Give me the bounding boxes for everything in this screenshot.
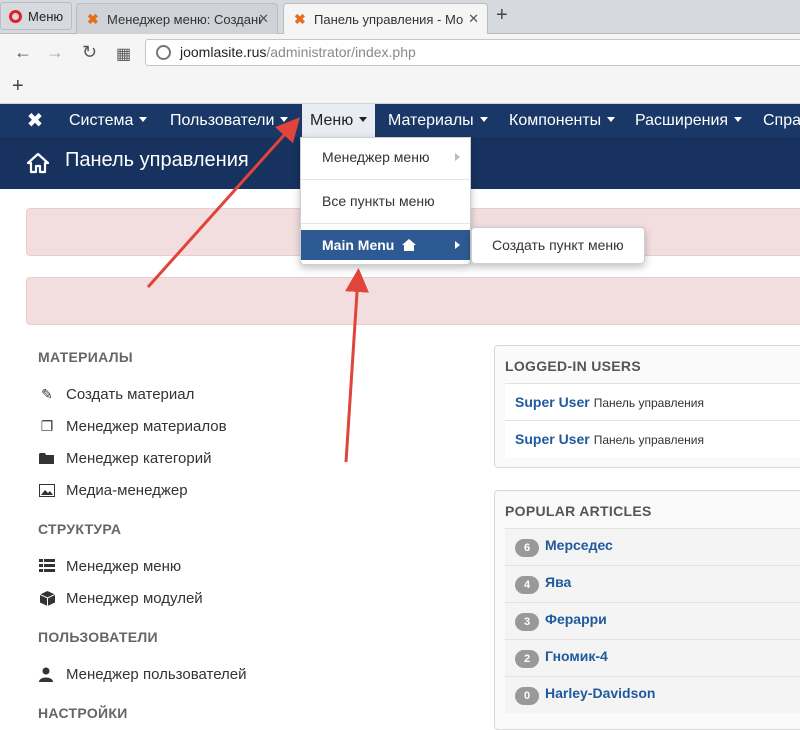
folder-icon: [38, 450, 56, 466]
browser-tab-bar: Меню ✖ Менеджер меню: Создани ✕ ✖ Панель…: [0, 0, 800, 34]
article-row: 2 Гномик-4: [505, 639, 800, 676]
user-link[interactable]: Super User Панель управления: [515, 431, 704, 447]
user-link[interactable]: Super User Панель управления: [515, 394, 704, 410]
browser-tab-menu-manager[interactable]: ✖ Менеджер меню: Создани ✕: [76, 3, 278, 34]
article-link[interactable]: Ява: [545, 574, 571, 590]
address-bar-row: ← → ↻ ▦ joomlasite.rus/administrator/ind…: [0, 34, 800, 71]
nav-components[interactable]: Компоненты: [509, 104, 616, 137]
close-tab-icon[interactable]: ✕: [258, 11, 269, 27]
logged-in-row: Super User Панель управления: [505, 420, 800, 457]
user-location: Панель управления: [593, 433, 704, 447]
url-path: /administrator/index.php: [266, 44, 416, 60]
link-module-manager[interactable]: Менеджер модулей: [38, 588, 203, 608]
article-row: 3 Ферарри: [505, 602, 800, 639]
joomla-favicon-icon: ✖: [87, 11, 99, 27]
section-structure-title: СТРУКТУРА: [38, 521, 122, 537]
hits-badge: 3: [515, 613, 539, 631]
logged-in-users-panel: LOGGED-IN USERS Super User Панель управле…: [494, 345, 800, 468]
nav-extensions[interactable]: Расширения: [635, 104, 743, 137]
nav-system[interactable]: Система: [69, 104, 148, 137]
joomla-logo-icon[interactable]: ✖: [24, 110, 46, 132]
section-users-title: ПОЛЬЗОВАТЕЛИ: [38, 629, 158, 645]
new-tab-button[interactable]: +: [496, 4, 508, 27]
link-article-manager[interactable]: ❐ Менеджер материалов: [38, 416, 227, 436]
nav-content[interactable]: Материалы: [388, 104, 488, 137]
tab-title: Менеджер меню: Создани: [107, 11, 262, 27]
submenu-arrow-icon: [455, 153, 460, 161]
article-link[interactable]: Harley-Davidson: [545, 685, 655, 701]
home-icon: [402, 239, 417, 251]
link-create-article[interactable]: ✎ Создать материал: [38, 384, 194, 404]
article-link[interactable]: Гномик-4: [545, 648, 608, 664]
panel-title: LOGGED-IN USERS: [505, 358, 641, 374]
nav-users[interactable]: Пользователи: [170, 104, 289, 137]
joomla-favicon-icon: ✖: [294, 11, 306, 27]
link-menu-manager[interactable]: Менеджер меню: [38, 556, 181, 576]
list-icon: [38, 558, 56, 574]
reload-icon[interactable]: ↻: [82, 42, 97, 63]
opera-menu-button[interactable]: Меню: [0, 2, 72, 30]
add-bookmark-button[interactable]: +: [12, 75, 24, 98]
hits-badge: 6: [515, 539, 539, 557]
user-icon: [38, 666, 56, 682]
menu-dropdown: Менеджер меню Все пункты меню Main Menu: [300, 137, 471, 265]
cube-icon: [38, 590, 56, 606]
site-info-icon[interactable]: [156, 45, 171, 60]
panel-title: POPULAR ARTICLES: [505, 503, 652, 519]
hits-badge: 2: [515, 650, 539, 668]
logged-in-row: Super User Панель управления: [505, 383, 800, 420]
url-field[interactable]: joomlasite.rus/administrator/index.php: [145, 39, 800, 66]
popular-articles-panel: POPULAR ARTICLES 6 Мерседес 4 Ява 3 Фера…: [494, 490, 800, 730]
dropdown-item-main-menu[interactable]: Main Menu: [301, 230, 470, 260]
opera-menu-label: Меню: [28, 8, 64, 24]
dropdown-item-menu-manager[interactable]: Менеджер меню: [301, 140, 470, 174]
nav-menus[interactable]: Меню: [302, 104, 376, 137]
admin-navbar: ✖ Система Пользователи Меню Материалы Ко…: [0, 104, 800, 137]
dropdown-divider: [301, 179, 470, 180]
hits-badge: 4: [515, 576, 539, 594]
article-row: 0 Harley-Davidson: [505, 676, 800, 713]
link-user-manager[interactable]: Менеджер пользователей: [38, 664, 247, 684]
alert-message: [26, 277, 800, 325]
speed-dial-icon[interactable]: ▦: [116, 44, 131, 64]
section-settings-title: НАСТРОЙКИ: [38, 705, 128, 721]
submenu-arrow-icon: [455, 241, 460, 249]
article-row: 6 Мерседес: [505, 528, 800, 565]
opera-logo-icon: [9, 9, 22, 23]
user-location: Панель управления: [593, 396, 704, 410]
submenu-create-menu-item[interactable]: Создать пункт меню: [471, 227, 645, 264]
bookmarks-bar: +: [0, 71, 800, 104]
page-title: Панель управления: [65, 149, 249, 171]
nav-help[interactable]: Спра: [763, 104, 800, 137]
home-icon: [26, 152, 50, 174]
hits-badge: 0: [515, 687, 539, 705]
article-row: 4 Ява: [505, 565, 800, 602]
link-category-manager[interactable]: Менеджер категорий: [38, 448, 211, 468]
image-icon: [38, 482, 56, 498]
close-tab-icon[interactable]: ✕: [468, 11, 479, 27]
pencil-icon: ✎: [41, 385, 53, 402]
dropdown-item-all-menu-items[interactable]: Все пункты меню: [301, 184, 470, 218]
browser-tab-control-panel[interactable]: ✖ Панель управления - Мо ✕: [283, 3, 488, 34]
back-icon[interactable]: ←: [14, 42, 32, 63]
forward-icon[interactable]: →: [46, 42, 64, 63]
article-link[interactable]: Мерседес: [545, 537, 613, 553]
dropdown-divider: [301, 223, 470, 224]
tab-title: Панель управления - Мо: [314, 11, 464, 27]
link-media-manager[interactable]: Медиа-менеджер: [38, 480, 188, 500]
section-content-title: МАТЕРИАЛЫ: [38, 349, 133, 365]
copy-icon: ❐: [40, 417, 54, 434]
article-link[interactable]: Ферарри: [545, 611, 607, 627]
url-host: joomlasite.rus: [180, 44, 267, 60]
